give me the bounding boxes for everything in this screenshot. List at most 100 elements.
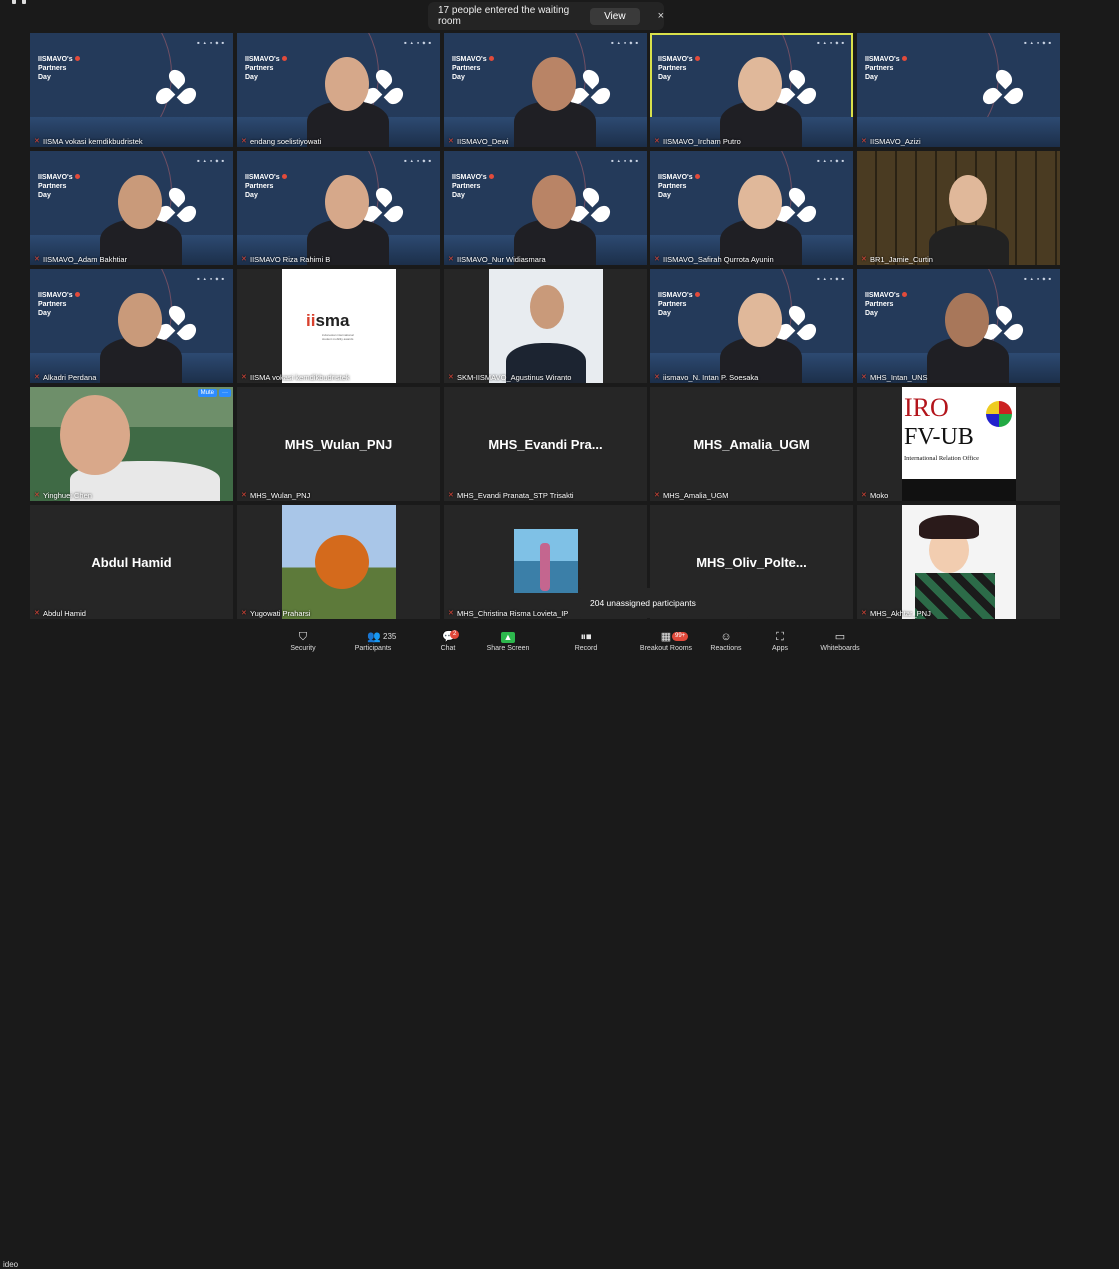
participant-tile[interactable]: MHS_Evandi Pra... ✕ MHS_Evandi Pranata_STP…: [444, 387, 647, 501]
waiting-room-text: 17 people entered the waiting room: [438, 5, 570, 27]
pause-stop-icon: ⏸⏹: [580, 631, 592, 643]
participant-tile[interactable]: ■ ▲ ● ◆ ■ IISMAVO's Partners Day ✕ MHS_Intan_…: [857, 269, 1060, 383]
close-icon[interactable]: ×: [658, 10, 664, 22]
muted-mic-icon: ✕: [654, 492, 660, 499]
participants-count: 235: [383, 632, 397, 641]
tree-canopy: [315, 535, 369, 589]
participant-face: [738, 57, 782, 111]
stop-video-button-label[interactable]: ideo: [3, 1260, 18, 1269]
participant-display-name: MHS_Evandi Pra...: [488, 436, 603, 452]
event-logo: IISMAVO's Partners Day: [245, 173, 287, 200]
participant-tile[interactable]: IRO FV-UB International Relation Office ✕ Mo…: [857, 387, 1060, 501]
muted-mic-icon: ✕: [241, 610, 247, 617]
participant-tile[interactable]: ■ ▲ ● ◆ ■ IISMAVO's Partners Day ✕ IISMAVO_Sa…: [650, 151, 853, 265]
participant-tile[interactable]: ■ ▲ ● ◆ ■ IISMAVO's Partners Day ✕ IISMAVO_Ir…: [650, 33, 853, 147]
whiteboards-button[interactable]: ▭ Whiteboards: [810, 631, 870, 653]
record-button[interactable]: ⏸⏹ Record: [556, 631, 616, 653]
security-button[interactable]: ⛉ Security: [273, 631, 333, 653]
participant-name-label: ✕ endang soelistiyowati: [241, 137, 322, 146]
participant-face: [532, 175, 576, 229]
participant-tile[interactable]: iisma indonesian international student mo…: [237, 269, 440, 383]
participant-face: [325, 57, 369, 111]
sponsor-logos: ■ ▲ ● ◆ ■: [1024, 276, 1052, 281]
muted-mic-icon: ✕: [241, 492, 247, 499]
reactions-label: Reactions: [710, 645, 742, 652]
participant-tile[interactable]: ■ ▲ ● ◆ ■ IISMAVO's Partners Day ✕ IISMAVO_Az…: [857, 33, 1060, 147]
participant-tile[interactable]: Mute ··· ✕ Yinghuei Chen: [30, 387, 233, 501]
window-controls[interactable]: [12, 0, 26, 4]
participant-name-label: ✕ MHS_Intan_UNS: [861, 373, 928, 382]
apps-button[interactable]: ⛶ Apps: [750, 632, 810, 653]
participant-tile[interactable]: ■ ▲ ● ◆ ■ IISMAVO's Partners Day ✕ IISMA voka…: [30, 33, 233, 147]
participant-face: [530, 285, 564, 329]
whiteboard-icon: ▭: [834, 631, 846, 643]
muted-mic-icon: ✕: [34, 492, 40, 499]
unassigned-participants-popup[interactable]: 204 unassigned participants: [578, 588, 750, 618]
participant-tile[interactable]: ■ ▲ ● ◆ ■ IISMAVO's Partners Day ✕ IISMAVO Ri…: [237, 151, 440, 265]
participant-name-label: ✕ IISMAVO_Ircham Putro: [654, 137, 741, 146]
flower-logo-icon: [152, 66, 200, 109]
muted-mic-icon: ✕: [654, 256, 660, 263]
event-logo: IISMAVO's Partners Day: [245, 55, 287, 82]
participant-name-label: ✕ BR1_Jamie_Curtin: [861, 255, 933, 264]
muted-mic-icon: ✕: [654, 374, 660, 381]
event-logo: IISMAVO's Partners Day: [38, 173, 80, 200]
participant-tile[interactable]: ■ ▲ ● ◆ ■ IISMAVO's Partners Day ✕ IISMAVO_De…: [444, 33, 647, 147]
participant-name-label: ✕ Abdul Hamid: [34, 609, 86, 618]
more-options-button[interactable]: ···: [219, 389, 231, 397]
muted-mic-icon: ✕: [654, 138, 660, 145]
muted-mic-icon: ✕: [34, 610, 40, 617]
participant-display-name: MHS_Amalia_UGM: [693, 436, 810, 452]
flags-globe-icon: [986, 401, 1012, 427]
muted-mic-icon: ✕: [448, 610, 454, 617]
participant-face: [738, 175, 782, 229]
participant-tile[interactable]: ■ ▲ ● ◆ ■ IISMAVO's Partners Day ✕ iismavo_N.…: [650, 269, 853, 383]
participant-name-label: ✕ MHS_Christina Risma Lovieta_IP: [448, 609, 569, 618]
participant-tile[interactable]: ✕ Yugowati Praharsi: [237, 505, 440, 619]
participant-name-label: ✕ IISMA vokasi kemdikbudristek: [241, 373, 350, 382]
participant-tile[interactable]: MHS_Amalia_UGM ✕ MHS_Amalia_UGM: [650, 387, 853, 501]
chat-label: Chat: [440, 645, 456, 652]
participants-button[interactable]: 👥 235 Participants: [343, 631, 403, 653]
participant-tile[interactable]: MHS_Wulan_PNJ ✕ MHS_Wulan_PNJ: [237, 387, 440, 501]
share-screen-button[interactable]: ▲ Share Screen: [478, 632, 538, 652]
sponsor-logos: ■ ▲ ● ◆ ■: [817, 40, 845, 45]
participant-tile[interactable]: ■ ▲ ● ◆ ■ IISMAVO's Partners Day ✕ endang soe…: [237, 33, 440, 147]
participant-name-label: ✕ IISMA vokasi kemdikbudristek: [34, 137, 143, 146]
participants-icon: 👥: [367, 631, 381, 643]
event-logo: IISMAVO's Partners Day: [658, 55, 700, 82]
participant-face: [532, 57, 576, 111]
participant-face: [945, 293, 989, 347]
anime-hair: [919, 515, 979, 539]
participant-face: [949, 175, 987, 223]
participant-tile[interactable]: ■ ▲ ● ◆ ■ IISMAVO's Partners Day ✕ IISMAVO_Nu…: [444, 151, 647, 265]
participant-tile[interactable]: ■ ▲ ● ◆ ■ IISMAVO's Partners Day ✕ Alkadri Pe…: [30, 269, 233, 383]
record-label: Record: [574, 645, 598, 652]
participant-name-label: ✕ IISMAVO_Nur Widiasmara: [448, 255, 546, 264]
participant-name-label: ✕ MHS_Evandi Pranata_STP Trisakti: [448, 491, 574, 500]
participant-tile[interactable]: ✕ SKM-IISMAVO_Agustinus Wiranto: [444, 269, 647, 383]
participant-face: [118, 293, 162, 347]
unassigned-participants-text: 204 unassigned participants: [590, 598, 696, 608]
sponsor-logos: ■ ▲ ● ◆ ■: [404, 40, 432, 45]
muted-mic-icon: ✕: [861, 610, 867, 617]
participant-tile[interactable]: ✕ BR1_Jamie_Curtin: [857, 151, 1060, 265]
sponsor-logos: ■ ▲ ● ◆ ■: [197, 40, 225, 45]
muted-mic-icon: ✕: [861, 256, 867, 263]
breakout-rooms-button[interactable]: ▦ 99+ Breakout Rooms: [636, 632, 696, 653]
shield-icon: ⛉: [298, 631, 308, 643]
participant-tile[interactable]: Abdul Hamid ✕ Abdul Hamid: [30, 505, 233, 619]
muted-mic-icon: ✕: [448, 256, 454, 263]
event-logo: IISMAVO's Partners Day: [38, 55, 80, 82]
view-waiting-room-button[interactable]: View: [590, 7, 640, 25]
breakout-rooms-label: Breakout Rooms: [639, 645, 693, 652]
sponsor-logos: ■ ▲ ● ◆ ■: [197, 276, 225, 281]
participant-tile[interactable]: ✕ MHS_Akhtar_PNJ: [857, 505, 1060, 619]
reactions-button[interactable]: ☺ Reactions: [696, 632, 756, 653]
apps-label: Apps: [772, 645, 788, 652]
event-logo: IISMAVO's Partners Day: [658, 173, 700, 200]
chat-button[interactable]: 💬 2 Chat: [418, 630, 478, 652]
mute-button[interactable]: Mute: [197, 389, 217, 397]
participant-tile[interactable]: ■ ▲ ● ◆ ■ IISMAVO's Partners Day ✕ IISMAVO_Ad…: [30, 151, 233, 265]
sponsor-logos: ■ ▲ ● ◆ ■: [817, 158, 845, 163]
